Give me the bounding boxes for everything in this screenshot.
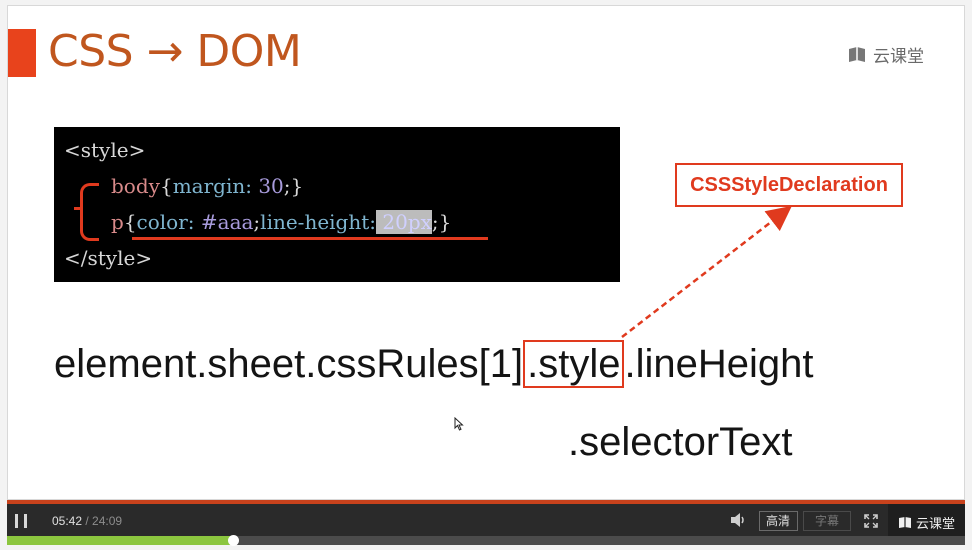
code-block: <style> body{margin: 30;} p{color: #aaa;…: [54, 127, 620, 282]
code-val-color: #aaa: [194, 210, 254, 234]
selector-text-expression: .selectorText: [568, 420, 793, 464]
code-open-tag: <style>: [64, 138, 146, 162]
expression-suffix: .lineHeight: [624, 342, 814, 386]
pause-button[interactable]: [15, 514, 27, 528]
code-brace-close-2: ;}: [431, 210, 452, 234]
total-time: 24:09: [92, 514, 123, 528]
code-line-p: p{color: #aaa;line-height: 20px;}: [111, 204, 451, 240]
slide-brand-label: 云课堂: [873, 47, 924, 67]
progress-handle[interactable]: [228, 535, 240, 546]
book-icon: [898, 517, 911, 528]
css-expression: element.sheet.cssRules[1] .style .lineHeig…: [54, 336, 814, 392]
time-separator: /: [82, 514, 93, 528]
mouse-cursor-icon: [454, 417, 464, 431]
code-brace-close-1: ;}: [283, 174, 304, 198]
code-val-line-height: 20px: [376, 210, 432, 234]
playback-time: 05:42 / 24:09: [52, 514, 122, 528]
fullscreen-icon[interactable]: [864, 514, 878, 528]
slide-brand: 云课堂: [847, 42, 924, 67]
player-brand-label: 云课堂: [915, 517, 955, 532]
current-time: 05:42: [52, 514, 83, 528]
slide-frame: CSS → DOM 云课堂 <style> body{margin: 30;} …: [7, 5, 965, 500]
code-prop-margin: margin:: [172, 174, 252, 198]
code-brace-open-2: {: [123, 210, 137, 234]
css-style-declaration-label: CSSStyleDeclaration: [675, 163, 903, 207]
slide-title: CSS → DOM: [48, 26, 302, 77]
code-brace-open-1: {: [159, 174, 173, 198]
progress-fill: [7, 536, 234, 545]
book-icon: [849, 46, 865, 62]
subtitles-button[interactable]: 字幕: [803, 511, 851, 531]
expression-style-highlight: .style: [523, 340, 625, 388]
progress-bar[interactable]: [7, 535, 965, 546]
code-selector-p: p: [111, 210, 124, 234]
code-val-margin: 30: [251, 174, 284, 198]
code-prop-color: color:: [136, 210, 195, 234]
rule-underline-annotation: [132, 237, 488, 240]
code-line-body: body{margin: 30;}: [111, 168, 303, 204]
quality-hd-button[interactable]: 高清: [759, 511, 798, 531]
expression-prefix: element.sheet.cssRules[1]: [54, 342, 524, 386]
code-close-tag: </style>: [64, 246, 153, 270]
code-selector-body: body: [111, 174, 160, 198]
volume-icon[interactable]: [729, 512, 747, 528]
code-prop-line-height: line-height:: [260, 210, 377, 234]
rules-bracket-annotation: [74, 183, 99, 241]
title-accent-bar: [8, 29, 36, 77]
